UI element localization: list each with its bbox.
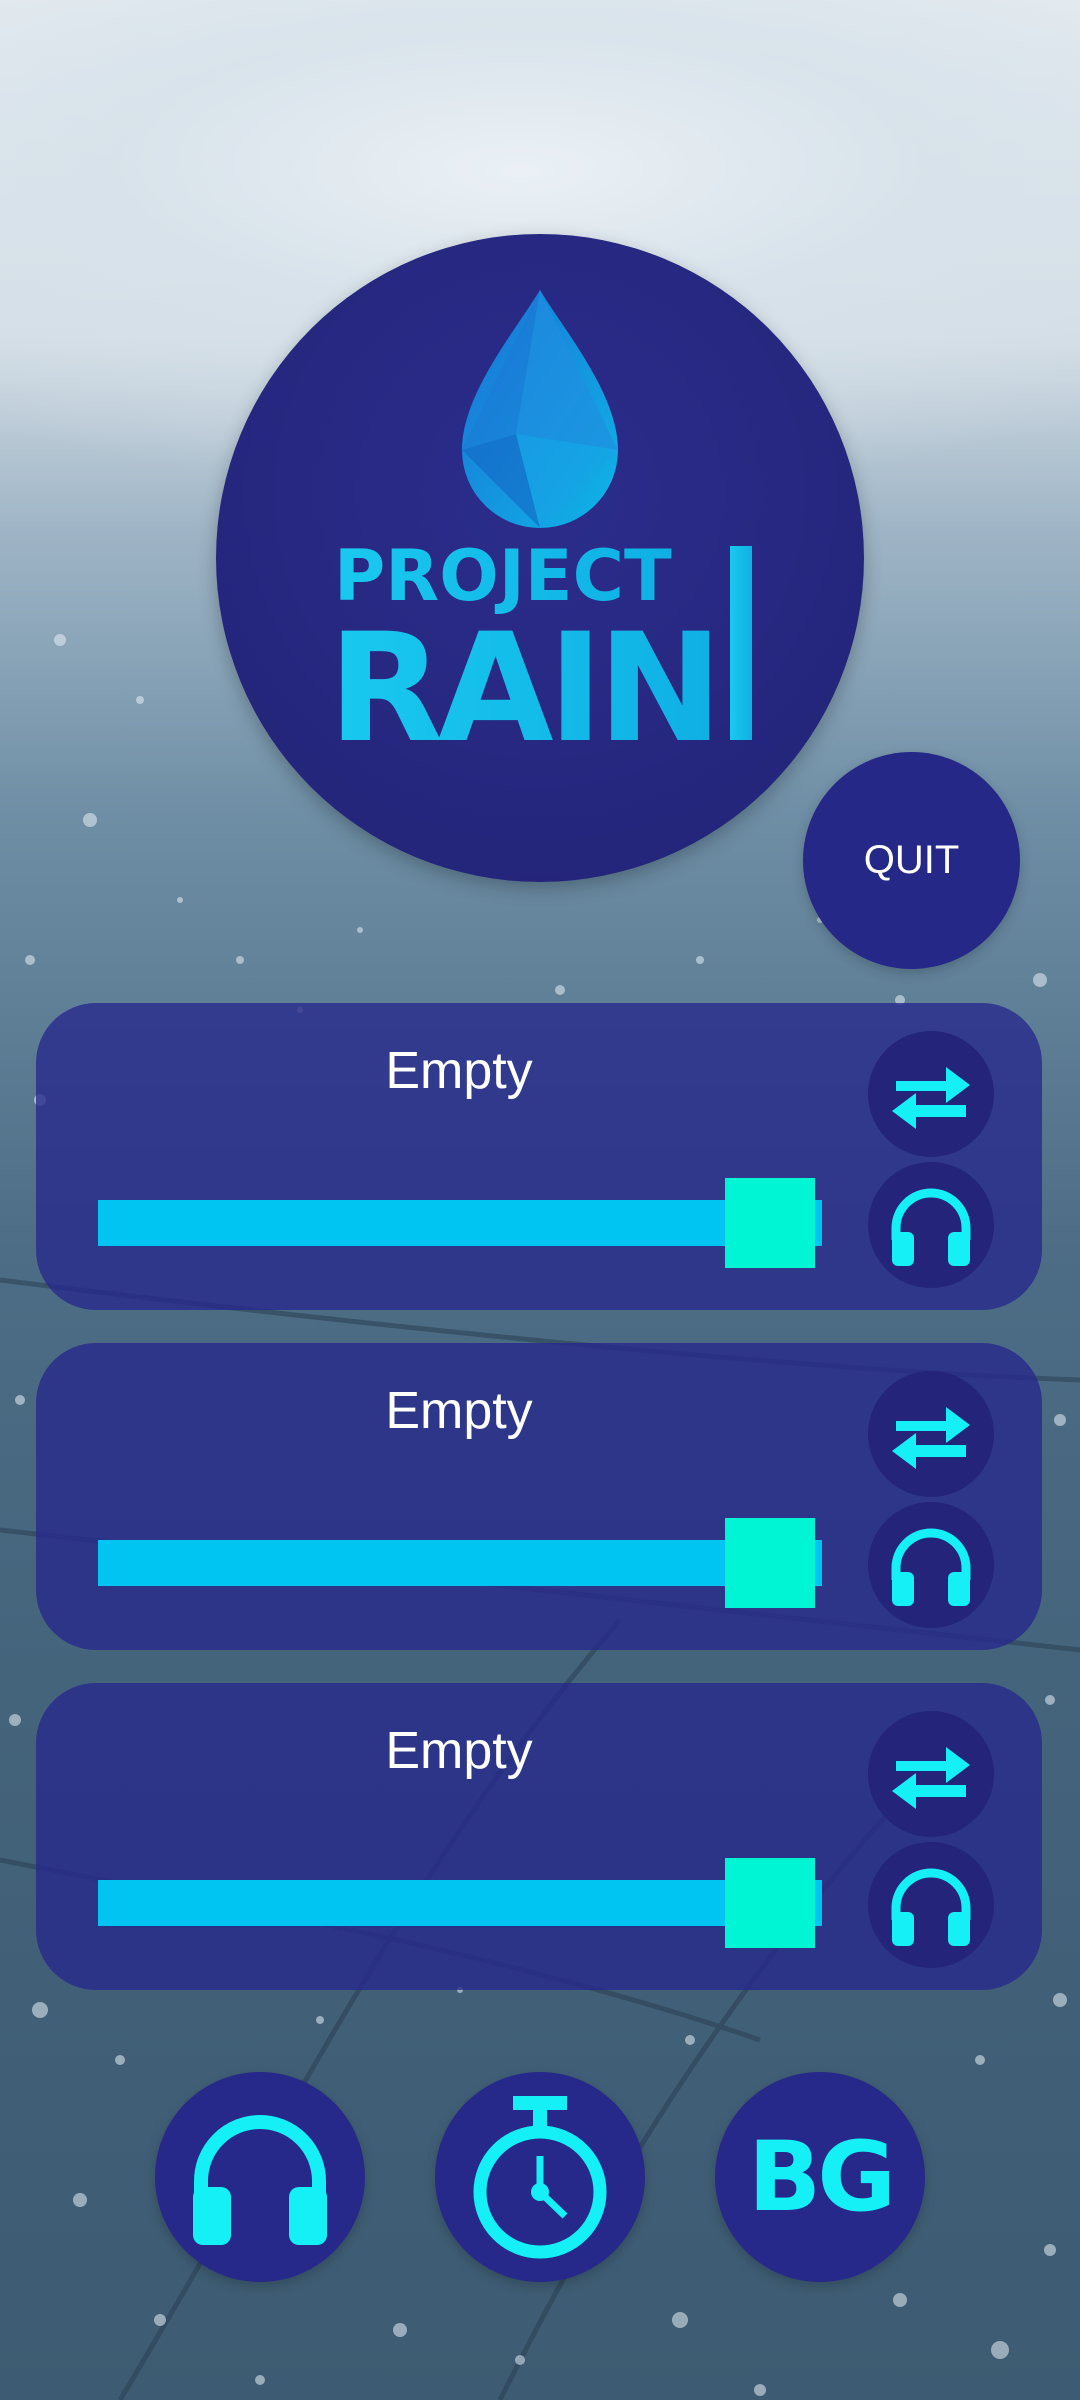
volume-slider-thumb[interactable] [725,1858,815,1948]
logo-bar [730,546,752,740]
quit-label: QUIT [863,838,960,882]
volume-slider-thumb[interactable] [725,1518,815,1608]
volume-slider-track[interactable] [98,1880,822,1926]
channel-label: Empty [385,1382,533,1440]
timer-button[interactable] [435,2072,645,2282]
quit-button[interactable]: QUIT [803,752,1020,969]
background-button[interactable]: BG [715,2072,925,2282]
headphones-icon [193,2115,327,2245]
sound-channel-2: Empty [36,1343,1042,1650]
preview-sound-button[interactable] [868,1842,994,1968]
sound-channel-3: Empty [36,1683,1042,1990]
swap-arrows-icon [892,1067,970,1129]
swap-sound-button[interactable] [868,1711,994,1837]
channel-label: Empty [385,1042,533,1100]
raindrop-logo-icon: PROJECT RAIN [328,290,752,776]
preview-sound-button[interactable] [868,1502,994,1628]
sound-channel-1: Empty [36,1003,1042,1310]
headphones-icon [891,1188,971,1266]
logo-text-rain: RAIN [328,602,717,776]
headphones-icon [891,1868,971,1946]
project-rain-logo: PROJECT RAIN [216,234,864,882]
sounds-button[interactable] [155,2072,365,2282]
volume-slider-track[interactable] [98,1540,822,1586]
background-button-label: BG [748,2121,896,2233]
headphones-icon [891,1528,971,1606]
preview-sound-button[interactable] [868,1162,994,1288]
volume-slider-track[interactable] [98,1200,822,1246]
swap-sound-button[interactable] [868,1371,994,1497]
swap-arrows-icon [892,1407,970,1469]
swap-sound-button[interactable] [868,1031,994,1157]
volume-slider-thumb[interactable] [725,1178,815,1268]
swap-arrows-icon [892,1747,970,1809]
stopwatch-icon [473,2096,607,2259]
channel-label: Empty [385,1722,533,1780]
